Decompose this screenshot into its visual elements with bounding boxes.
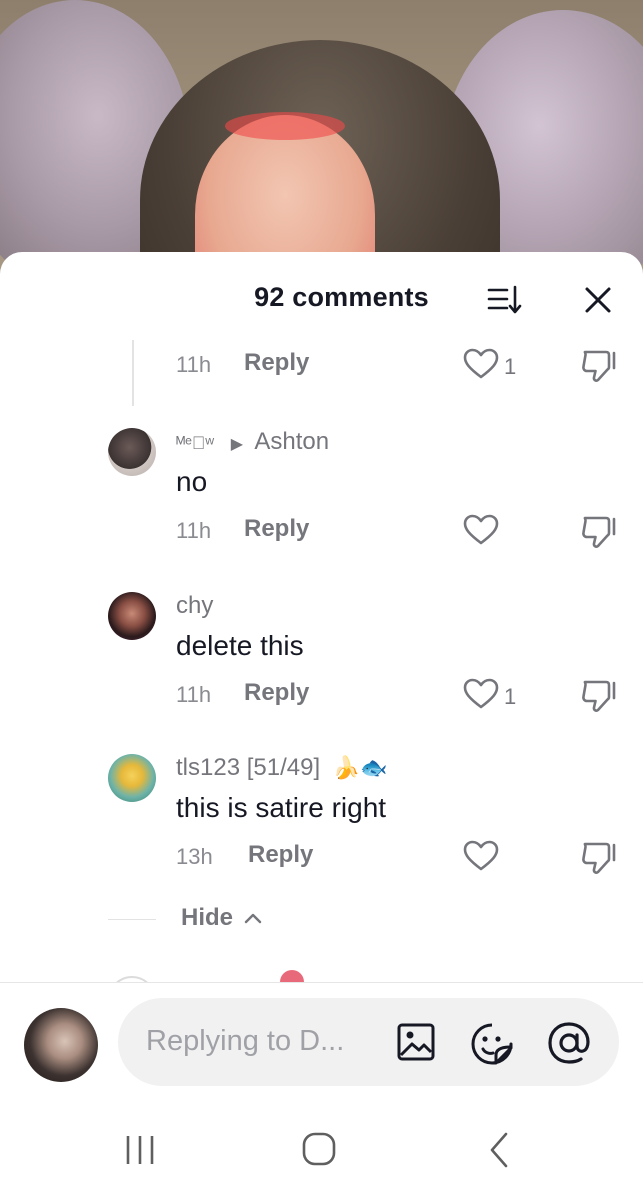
comment-username-row: chy	[176, 592, 213, 624]
comment-item: chy delete this 11h Reply 1	[0, 592, 643, 752]
heart-icon	[463, 840, 499, 871]
video-background[interactable]	[0, 0, 643, 290]
dislike-icon[interactable]	[578, 512, 618, 550]
dislike-icon[interactable]	[578, 838, 618, 876]
reply-button[interactable]: Reply	[248, 841, 313, 869]
hide-replies-row: Hide	[0, 900, 643, 940]
reply-to-username[interactable]: Ashton	[254, 428, 329, 455]
peek-emoji	[280, 970, 304, 982]
video-hairline	[225, 112, 345, 140]
composer-divider	[0, 982, 643, 983]
like-button[interactable]	[462, 512, 532, 552]
comment-username-row: ᴹᵉ⃒ʷ ▶ Ashton	[176, 428, 329, 460]
dislike-icon[interactable]	[578, 676, 618, 714]
reply-button[interactable]: Reply	[244, 679, 309, 707]
avatar[interactable]	[108, 428, 156, 476]
emoji-icon[interactable]	[470, 1022, 514, 1066]
like-count: 1	[504, 684, 517, 709]
comment-item: tls123 [51/49] 🍌🐟 this is satire right 1…	[0, 754, 643, 914]
comment-username[interactable]: tls123 [51/49]	[176, 754, 320, 781]
comment-text: this is satire right	[176, 792, 387, 823]
comment-item: ᴹᵉ⃒ʷ ▶ Ashton no 11h Reply	[0, 428, 643, 588]
comment-text: delete this	[176, 630, 304, 661]
hide-replies-button[interactable]: Hide	[181, 904, 263, 936]
hide-divider-line	[108, 919, 156, 920]
like-button[interactable]: 1	[462, 676, 532, 716]
comment-time: 11h	[176, 352, 212, 377]
like-button[interactable]: 1	[462, 346, 532, 386]
next-comment-peek	[0, 966, 643, 982]
comments-list[interactable]: 11h Reply 1 ᴹᵉ⃒ʷ ▶ Ashton no 11h Reply c…	[0, 332, 643, 982]
username-emoji: 🍌🐟	[332, 755, 388, 780]
comment-meta-row: 11h Reply 1	[0, 344, 643, 384]
sheet-header: 92 comments	[0, 252, 643, 332]
close-icon[interactable]	[582, 284, 614, 316]
comment-time: 11h	[176, 682, 212, 707]
home-icon[interactable]	[300, 1130, 338, 1168]
at-icon[interactable]	[546, 1020, 592, 1066]
comment-username-row: tls123 [51/49] 🍌🐟	[176, 754, 388, 786]
comment-username[interactable]: ᴹᵉ⃒ʷ	[176, 433, 214, 453]
avatar[interactable]	[108, 754, 156, 802]
hide-label: Hide	[181, 904, 234, 931]
like-button[interactable]	[462, 838, 532, 878]
reply-button[interactable]: Reply	[244, 515, 309, 543]
comment-username[interactable]: chy	[176, 592, 213, 619]
comment-meta-row: 11h Reply	[0, 510, 643, 550]
comment-meta-row: 11h Reply 1	[0, 674, 643, 714]
heart-icon	[463, 678, 499, 709]
comment-input-placeholder: Replying to D...	[146, 1025, 345, 1057]
comment-time: 11h	[176, 518, 212, 543]
reply-button[interactable]: Reply	[244, 349, 309, 377]
comments-count-title: 92 comments	[254, 282, 429, 312]
back-icon[interactable]	[484, 1130, 514, 1170]
reply-arrow-icon: ▶	[230, 436, 244, 453]
heart-icon	[463, 348, 499, 379]
like-count: 1	[504, 354, 517, 379]
heart-icon	[463, 514, 499, 545]
comment-time: 13h	[176, 844, 213, 869]
avatar[interactable]	[108, 592, 156, 640]
image-icon[interactable]	[396, 1022, 436, 1062]
sort-icon[interactable]	[485, 282, 525, 318]
chevron-up-icon	[245, 913, 262, 924]
current-user-avatar[interactable]	[24, 1008, 98, 1082]
recents-icon[interactable]	[120, 1132, 160, 1168]
comment-meta-row: 13h Reply	[0, 836, 643, 876]
dislike-icon[interactable]	[578, 346, 618, 384]
comment-input[interactable]: Replying to D...	[118, 998, 619, 1086]
comment-text: no	[176, 466, 208, 497]
